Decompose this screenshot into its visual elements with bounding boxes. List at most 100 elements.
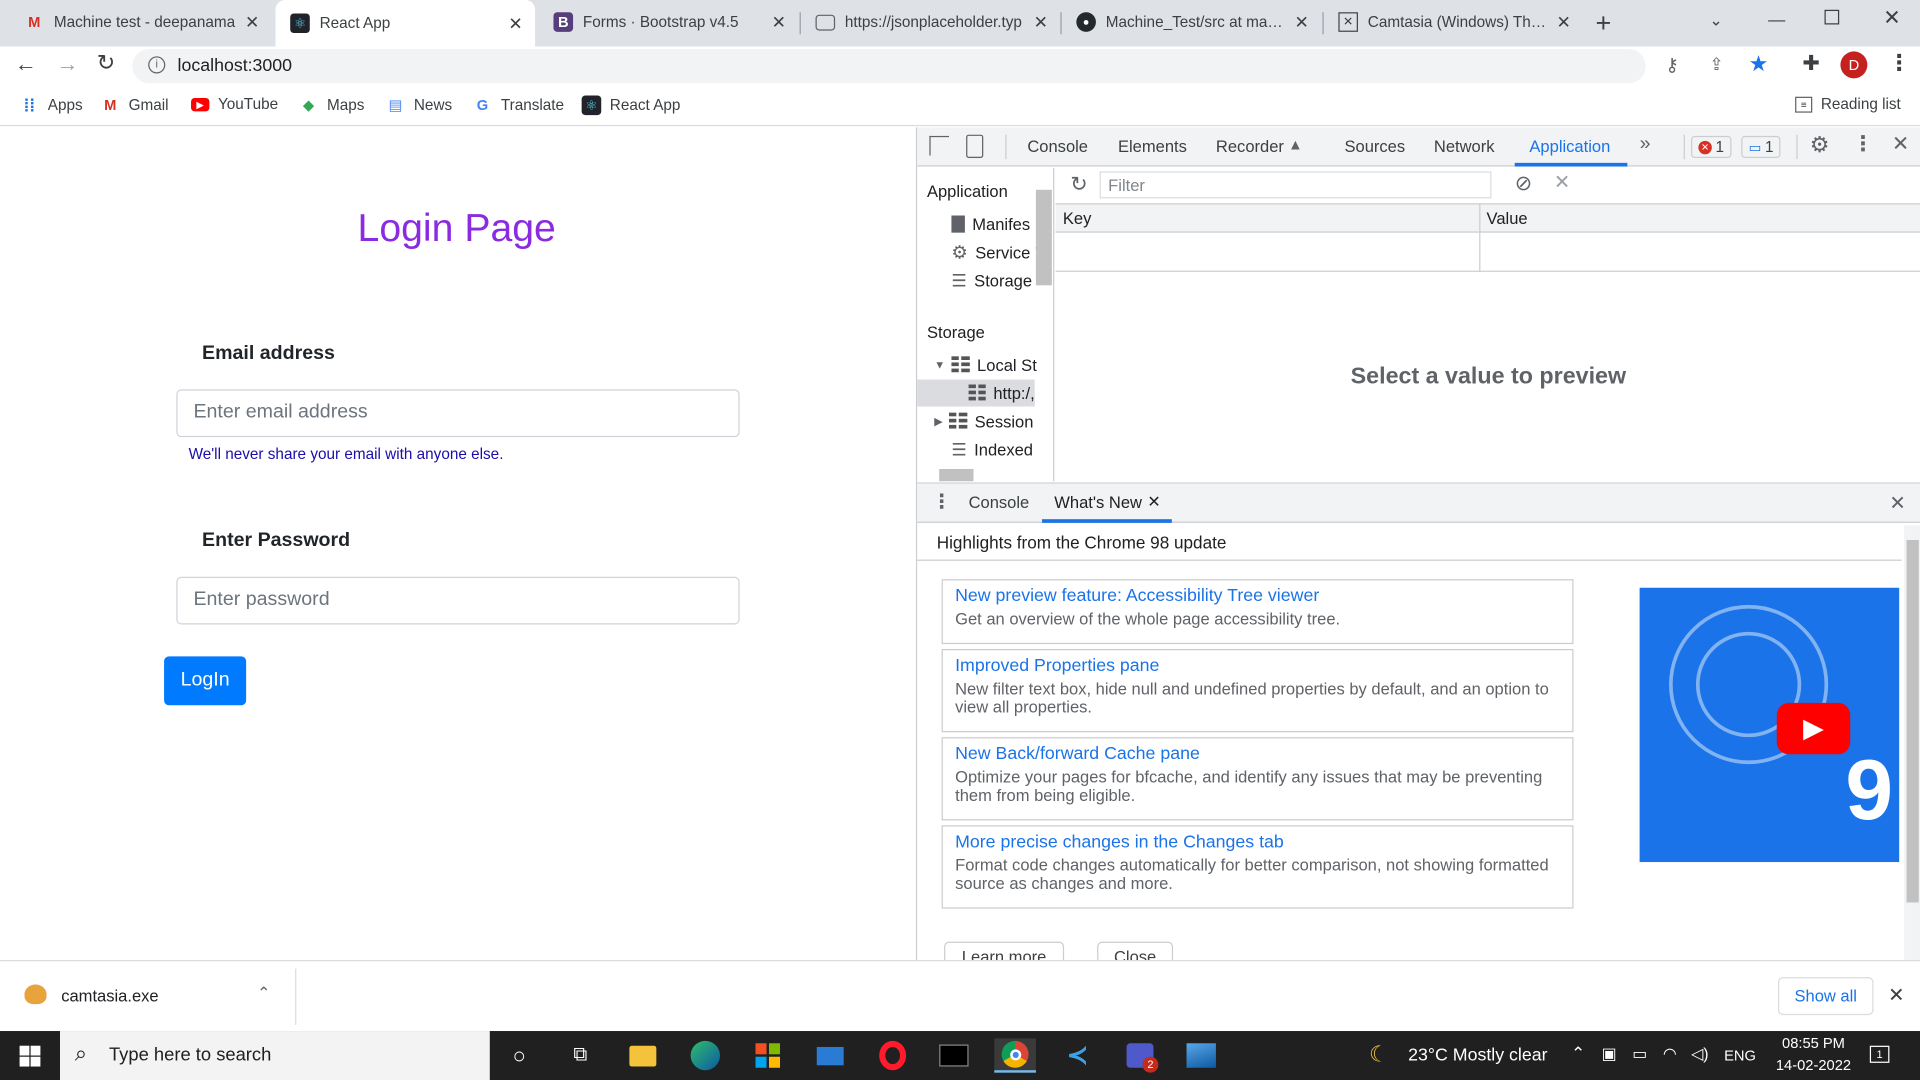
- drawer-close-icon[interactable]: ✕: [1889, 491, 1905, 515]
- bookmark-maps[interactable]: ◆ Maps: [299, 96, 364, 116]
- bookmark-gmail[interactable]: M Gmail: [100, 96, 168, 116]
- weather-icon[interactable]: ☾: [1369, 1042, 1389, 1068]
- chevron-up-icon[interactable]: ⌃: [257, 983, 270, 1003]
- language-indicator[interactable]: ENG: [1724, 1047, 1756, 1064]
- bookmark-star-icon[interactable]: ★: [1749, 51, 1769, 77]
- clock-date[interactable]: 14-02-2022: [1763, 1057, 1863, 1074]
- close-icon[interactable]: ✕: [503, 13, 527, 34]
- edge-icon[interactable]: [684, 1038, 726, 1072]
- table-row[interactable]: [1055, 232, 1920, 272]
- profile-avatar[interactable]: D: [1840, 51, 1868, 79]
- drawer-menu-icon[interactable]: ⋮: [932, 490, 952, 514]
- photos-icon[interactable]: [1180, 1038, 1222, 1072]
- close-icon[interactable]: ✕: [240, 12, 264, 33]
- video-thumbnail[interactable]: ▶ 9: [1639, 587, 1900, 863]
- feature-card[interactable]: New preview feature: Accessibility Tree …: [941, 579, 1574, 645]
- column-key[interactable]: Key: [1063, 209, 1091, 227]
- filter-input[interactable]: Filter: [1099, 171, 1492, 199]
- clear-all-icon[interactable]: ⊘: [1515, 171, 1532, 195]
- devtools-tab-elements[interactable]: Elements: [1118, 137, 1187, 155]
- sidebar-item-storage[interactable]: ☰ Storage: [951, 267, 1032, 294]
- store-icon[interactable]: [747, 1038, 789, 1072]
- forward-icon[interactable]: →: [56, 51, 78, 77]
- mail-icon[interactable]: [809, 1038, 851, 1072]
- download-filename[interactable]: camtasia.exe: [61, 987, 158, 1005]
- drawer-tab-console[interactable]: Console: [969, 493, 1030, 511]
- settings-gear-icon[interactable]: ⚙: [1810, 132, 1830, 158]
- reload-icon[interactable]: ↻: [97, 50, 115, 76]
- wifi-icon[interactable]: ◠: [1663, 1044, 1677, 1064]
- reading-list[interactable]: ≡ Reading list: [1795, 96, 1901, 113]
- tab-github[interactable]: ● Machine_Test/src at master ✕: [1062, 0, 1322, 44]
- close-icon[interactable]: ✕: [1551, 12, 1575, 33]
- sidebar-item-localhost[interactable]: http:/,: [917, 379, 1035, 407]
- info-icon[interactable]: i: [148, 56, 166, 74]
- tray-chevron-icon[interactable]: ⌃: [1571, 1043, 1585, 1064]
- refresh-icon[interactable]: ↻: [1070, 173, 1087, 197]
- devtools-tab-console[interactable]: Console: [1027, 137, 1088, 155]
- key-icon[interactable]: ⚷: [1665, 54, 1678, 76]
- drawer-tab-whats-new[interactable]: What's New: [1054, 493, 1142, 511]
- volume-icon[interactable]: ◁): [1691, 1044, 1709, 1064]
- show-all-button[interactable]: Show all: [1777, 977, 1874, 1016]
- share-icon[interactable]: ⇪: [1709, 54, 1723, 75]
- more-tabs-icon[interactable]: »: [1640, 133, 1651, 155]
- message-counter[interactable]: ▭ 1: [1741, 135, 1781, 158]
- back-icon[interactable]: ←: [15, 51, 37, 77]
- cortana-icon[interactable]: ○: [498, 1038, 540, 1072]
- tab-gmail[interactable]: M Machine test - deepanama ✕: [10, 0, 272, 44]
- notification-icon[interactable]: 1: [1869, 1045, 1890, 1063]
- close-icon[interactable]: ✕: [767, 12, 791, 33]
- feature-card[interactable]: New Back/forward Cache pane Optimize you…: [941, 737, 1574, 821]
- vscode-icon[interactable]: ≺: [1057, 1038, 1099, 1072]
- feature-card[interactable]: Improved Properties pane New filter text…: [941, 648, 1574, 733]
- tab-search-icon[interactable]: ⌄: [1709, 11, 1722, 31]
- teams-icon[interactable]: 2: [1119, 1038, 1161, 1073]
- sidebar-hscrollbar[interactable]: [939, 468, 974, 482]
- tab-bootstrap[interactable]: B Forms · Bootstrap v4.5 ✕: [539, 0, 799, 44]
- menu-icon[interactable]: ⋮: [1888, 50, 1910, 76]
- new-tab-icon[interactable]: +: [1596, 7, 1612, 39]
- feature-card-title[interactable]: More precise changes in the Changes tab: [955, 833, 1560, 853]
- sidebar-item-session-storage[interactable]: ▶ Session: [934, 408, 1033, 435]
- password-field[interactable]: Enter password: [176, 576, 740, 625]
- bookmark-youtube[interactable]: ▶ YouTube: [191, 96, 278, 113]
- device-icon[interactable]: ▣: [1602, 1044, 1617, 1064]
- sidebar-item-indexeddb[interactable]: ☰ Indexed: [951, 436, 1033, 463]
- file-explorer-icon[interactable]: [622, 1038, 664, 1072]
- devtools-tab-network[interactable]: Network: [1434, 137, 1495, 155]
- close-tab-icon[interactable]: ✕: [1147, 492, 1160, 512]
- restore-icon[interactable]: [1824, 9, 1840, 25]
- weather-text[interactable]: 23°C Mostly clear: [1408, 1046, 1547, 1066]
- login-button[interactable]: LogIn: [164, 656, 247, 706]
- error-counter[interactable]: ✕ 1: [1691, 135, 1732, 158]
- close-download-bar-icon[interactable]: ✕: [1888, 983, 1904, 1007]
- window-close-icon[interactable]: ✕: [1883, 6, 1900, 30]
- bookmark-news[interactable]: ▤ News: [386, 96, 453, 116]
- feature-card-title[interactable]: New preview feature: Accessibility Tree …: [955, 587, 1560, 607]
- close-icon[interactable]: ✕: [1289, 12, 1313, 33]
- tab-jsonplaceholder[interactable]: https://jsonplaceholder.typ ✕: [801, 0, 1061, 44]
- feature-card[interactable]: More precise changes in the Changes tab …: [941, 825, 1574, 909]
- devtools-tab-sources[interactable]: Sources: [1345, 137, 1406, 155]
- address-bar[interactable]: i localhost:3000 ⚷ ⇪ ★: [132, 48, 1768, 84]
- sidebar-item-service-workers[interactable]: ⚙ Service ': [951, 239, 1038, 266]
- sidebar-item-local-storage[interactable]: ▼ Local St: [934, 351, 1036, 378]
- feature-card-title[interactable]: New Back/forward Cache pane: [955, 744, 1560, 764]
- delete-selected-icon[interactable]: ✕: [1554, 170, 1570, 194]
- opera-icon[interactable]: [872, 1038, 914, 1072]
- task-view-icon[interactable]: ⧉: [560, 1038, 602, 1072]
- terminal-icon[interactable]: [933, 1038, 975, 1072]
- bookmark-react-app[interactable]: ⚛ React App: [581, 95, 680, 116]
- close-icon[interactable]: ✕: [1029, 12, 1053, 33]
- bookmark-apps[interactable]: ⁞⁞ Apps: [20, 96, 83, 116]
- tab-camtasia[interactable]: ✕ Camtasia (Windows) Thank ✕: [1324, 0, 1584, 44]
- devtools-close-icon[interactable]: ✕: [1892, 132, 1909, 156]
- clock-time[interactable]: 08:55 PM: [1763, 1035, 1863, 1052]
- drawer-scrollbar[interactable]: [1904, 525, 1920, 962]
- chrome-icon[interactable]: [994, 1038, 1036, 1073]
- sidebar-item-manifest[interactable]: Manifes: [951, 211, 1030, 238]
- device-toggle-icon[interactable]: [966, 134, 984, 158]
- minimize-icon[interactable]: —: [1768, 10, 1785, 30]
- devtools-tab-application[interactable]: Application: [1529, 137, 1610, 155]
